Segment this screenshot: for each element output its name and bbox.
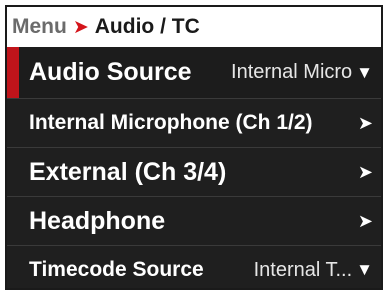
menu-item-headphone[interactable]: Headphone ➤ — [7, 197, 381, 246]
menu-item-value: Internal T... — [253, 258, 353, 281]
breadcrumb-arrow-icon: ➤ — [72, 16, 89, 38]
menu-item-audio-source[interactable]: Audio Source Internal Micro ▼ — [7, 47, 381, 99]
breadcrumb: Menu ➤ Audio / TC — [7, 7, 381, 47]
chevron-down-icon[interactable]: ▼ — [356, 260, 373, 280]
menu-item-label: Audio Source — [29, 58, 192, 86]
menu-item-label: Internal Microphone (Ch 1/2) — [29, 111, 313, 134]
menu-item-label: External (Ch 3/4) — [29, 157, 227, 186]
chevron-right-icon: ➤ — [357, 210, 373, 231]
chevron-down-icon[interactable]: ▼ — [356, 63, 373, 83]
menu-item-timecode-source[interactable]: Timecode Source Internal T... ▼ — [7, 246, 381, 288]
breadcrumb-current: Audio / TC — [94, 15, 200, 38]
menu-item-internal-microphone[interactable]: Internal Microphone (Ch 1/2) ➤ — [7, 99, 381, 148]
chevron-right-icon: ➤ — [357, 112, 373, 133]
menu-item-external[interactable]: External (Ch 3/4) ➤ — [7, 148, 381, 197]
menu-item-label: Timecode Source — [29, 258, 204, 281]
menu-panel: Menu ➤ Audio / TC Audio Source Internal … — [5, 5, 383, 290]
menu-item-label: Headphone — [29, 206, 166, 235]
menu-item-value: Internal Micro — [231, 61, 353, 83]
menu-list: Audio Source Internal Micro ▼ Internal M… — [7, 47, 381, 288]
chevron-right-icon: ➤ — [357, 161, 373, 182]
selection-indicator — [7, 47, 19, 98]
breadcrumb-menu-link[interactable]: Menu — [12, 15, 67, 39]
